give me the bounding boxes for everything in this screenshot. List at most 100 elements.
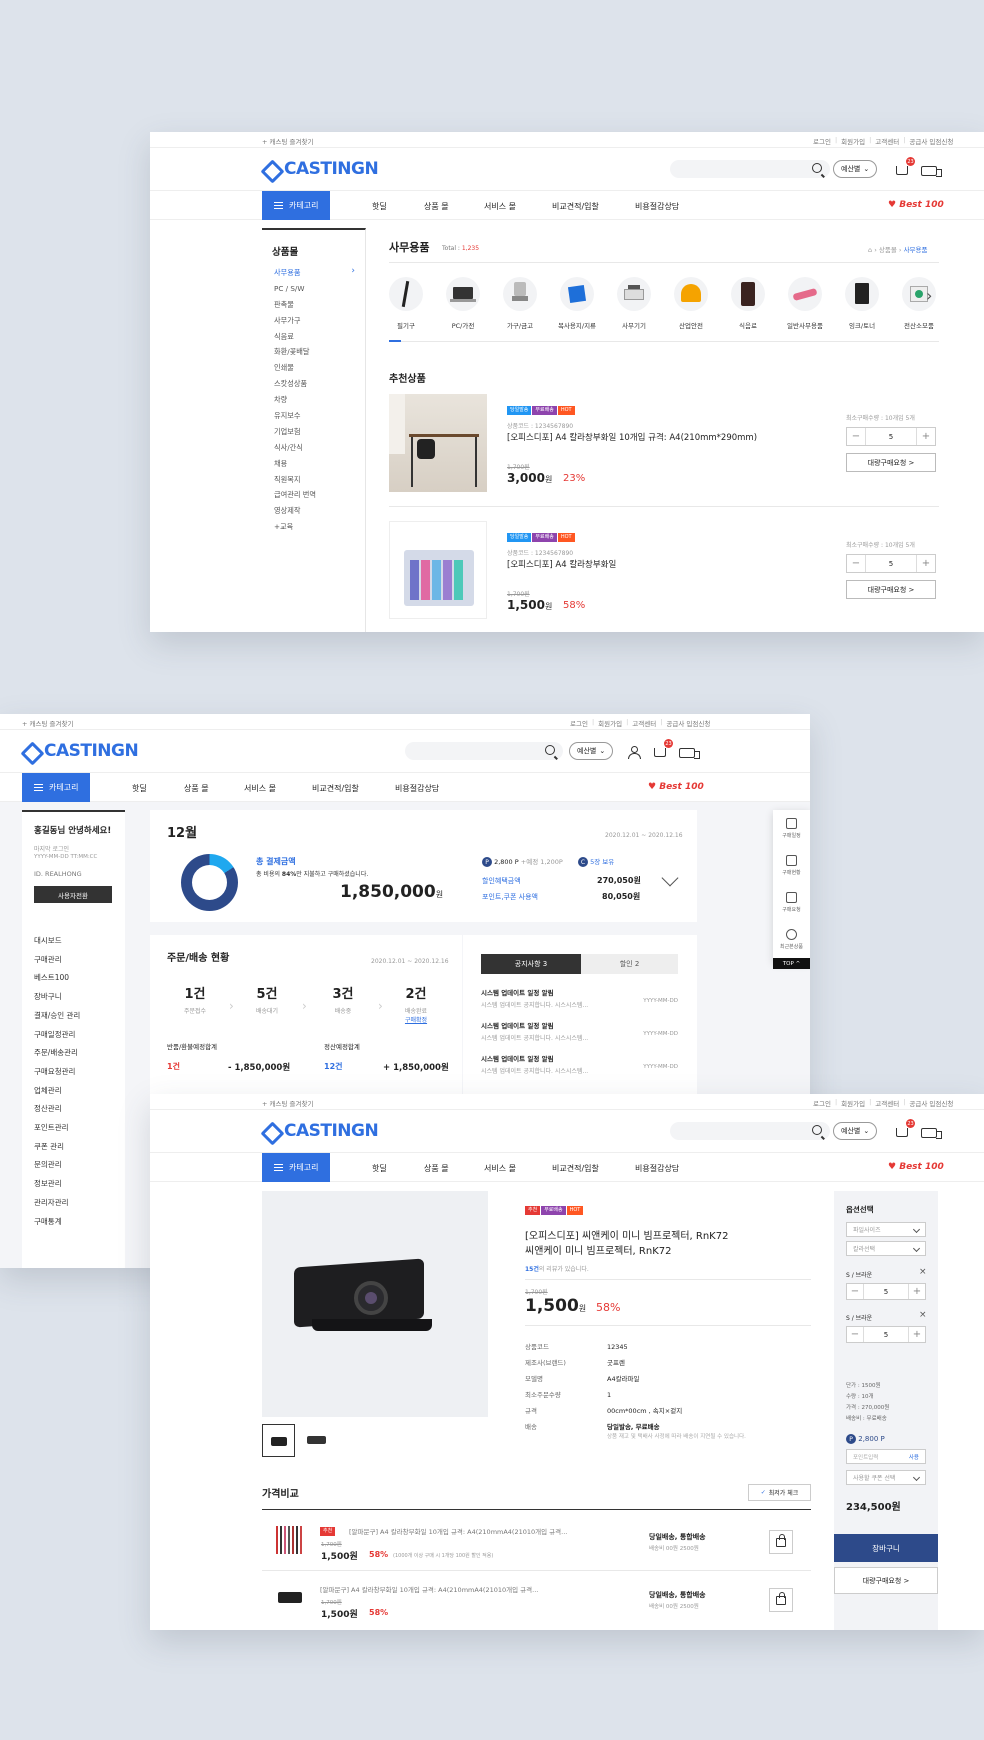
search-input[interactable] [670,1122,830,1140]
compare-product-name[interactable]: [알파문구] A4 칼라창부화일 10개입 규격: A4(210mmA4(210… [320,1584,538,1594]
delivery-truck-icon[interactable] [921,166,942,177]
menu-item[interactable]: 업체관리 [34,1082,80,1101]
remove-option-icon[interactable]: × [919,1267,927,1277]
sidebar-item[interactable]: 기업보험 [274,427,365,443]
favorite-link[interactable]: + 캐스팅 즐겨찾기 [262,136,313,146]
cat-writing-icon[interactable] [389,277,423,311]
size-select[interactable]: 파일사이즈 [846,1222,926,1237]
sidebar-item[interactable]: 차량 [274,395,365,411]
sidebar-item[interactable]: 인쇄물 [274,363,365,379]
menu-item[interactable]: 베스트100 [34,969,80,988]
minus-icon[interactable]: − [847,1327,864,1342]
nav-product-mall[interactable]: 상품 몰 [424,201,484,212]
product-image-desk[interactable] [389,394,487,492]
menu-item[interactable]: 관리자관리 [34,1194,80,1213]
category-next-arrow-icon[interactable]: › [926,286,932,305]
product-name[interactable]: [오피스디포] A4 칼라창부화일 [507,558,616,570]
cart-icon[interactable]: 23 [654,739,673,757]
delivery-truck-icon[interactable] [921,1128,942,1139]
stage-ordered[interactable]: 1건 주문접수 [170,983,220,1015]
nav-hotdeal[interactable]: 핫딜 [132,783,184,794]
sidebar-item[interactable]: +교육 [274,522,365,538]
notice-item[interactable]: 시스템 업데이트 일정 알림 시스템 업데이트 공지합니다. 시스시스템... YY… [481,987,678,1009]
sidebar-item[interactable]: 직원복지 [274,475,365,491]
cat-helmet-icon[interactable] [674,277,708,311]
tool-recent[interactable]: 최근본상품 [773,921,810,958]
login-link[interactable]: 로그인 [570,718,588,728]
cat-stapler-icon[interactable] [788,277,822,311]
plus-icon[interactable]: + [916,555,935,572]
menu-item[interactable]: 구매요청관리 [34,1063,80,1082]
confirm-purchase-link[interactable]: 구매확정 [391,1015,441,1024]
bulk-order-button[interactable]: 대량구매요청 > [846,453,936,472]
notice-item[interactable]: 시스템 업데이트 일정 알림 시스템 업데이트 공지합니다. 시스시스템... YY… [481,1020,678,1042]
switch-user-button[interactable]: 사용자전환 [34,886,112,903]
cat-toner-icon[interactable] [845,277,879,311]
signup-link[interactable]: 회원가입 [598,718,622,728]
delivery-truck-icon[interactable] [679,748,700,759]
supplier-link[interactable]: 공급사 입점신청 [909,1098,953,1108]
nav-cost-consult[interactable]: 비용절감상담 [635,201,679,212]
best100-link[interactable]: ♥ Best 100 [648,782,704,792]
signup-link[interactable]: 회원가입 [841,136,865,146]
favorite-link[interactable]: + 캐스팅 즐겨찾기 [262,1098,313,1108]
search-icon[interactable] [812,1125,822,1135]
menu-item[interactable]: 장바구니 [34,988,80,1007]
search-input[interactable] [405,742,563,760]
product-image-highlighters[interactable] [389,521,487,619]
compare-cart-button[interactable] [769,1588,793,1612]
plus-icon[interactable]: + [916,428,935,445]
sidebar-item[interactable]: 유지보수 [274,411,365,427]
nav-cost-consult[interactable]: 비용절감상담 [395,783,439,794]
menu-item[interactable]: 문의관리 [34,1156,80,1175]
cart-icon[interactable]: 23 [896,1119,915,1137]
nav-cost-consult[interactable]: 비용절감상담 [635,1163,679,1174]
search-input[interactable] [670,160,830,178]
cat-paper-icon[interactable] [560,277,594,311]
minus-icon[interactable]: − [847,1284,864,1299]
stage-delivered[interactable]: 2건 배송완료 구매확정 [391,983,441,1024]
sidebar-item[interactable]: 채용 [274,459,365,475]
menu-item[interactable]: 정보관리 [34,1175,80,1194]
sidebar-item[interactable]: 식사/간식 [274,443,365,459]
menu-item[interactable]: 구매관리 [34,951,80,970]
bulk-order-button[interactable]: 대량구매요청 > [834,1567,938,1594]
minus-icon[interactable]: − [847,428,866,445]
menu-item[interactable]: 구매일정관리 [34,1026,80,1045]
nav-hotdeal[interactable]: 핫딜 [372,201,424,212]
review-summary[interactable]: 15건의 리뷰가 있습니다. [525,1264,589,1273]
tab-notice[interactable]: 공지사항 3 [481,954,581,974]
quantity-stepper[interactable]: −5 + [846,1326,926,1343]
remove-option-icon[interactable]: × [919,1310,927,1320]
cat-printer-icon[interactable] [617,277,651,311]
compare-image-pens[interactable] [276,1526,306,1554]
sidebar-item[interactable]: 판촉물 [274,300,365,316]
supplier-link[interactable]: 공급사 입점신청 [666,718,710,728]
compare-product-name[interactable]: [알파문구] A4 칼라창부화일 10개입 규격: A4(210mmA4(210… [349,1526,567,1536]
quantity-stepper[interactable]: −5 + [846,554,936,573]
logo[interactable]: CASTINGN [262,1121,379,1141]
cat-food-icon[interactable] [731,277,765,311]
use-points-button[interactable]: 사용 [909,1453,919,1461]
product-name[interactable]: [오피스디포] A4 칼라창부화일 10개입 규격: A4(210mm*290m… [507,431,757,443]
expand-chevron-icon[interactable] [661,869,679,887]
bulk-order-button[interactable]: 대량구매요청 > [846,580,936,599]
tool-status[interactable]: 구매현황 [773,847,810,884]
menu-item[interactable]: 포인트관리 [34,1119,80,1138]
support-link[interactable]: 고객센터 [632,718,656,728]
product-main-image[interactable] [262,1191,488,1417]
tool-request[interactable]: 구매요청 [773,884,810,921]
lowest-price-check-button[interactable]: ✓ 최저가 체크 [748,1484,811,1501]
menu-item[interactable]: 결재/승인 관리 [34,1007,80,1026]
category-button[interactable]: 카테고리 [22,773,91,802]
point-input[interactable]: 포인트입력 사용 [846,1449,926,1464]
tab-event[interactable]: 할인 2 [581,954,678,974]
nav-hotdeal[interactable]: 핫딜 [372,1163,424,1174]
search-icon[interactable] [812,163,822,173]
nav-product-mall[interactable]: 상품 몰 [424,1163,484,1174]
add-to-cart-button[interactable]: 장바구니 [834,1534,938,1562]
tool-schedule[interactable]: 구매일정 [773,810,810,847]
cat-chair-icon[interactable] [503,277,537,311]
signup-link[interactable]: 회원가입 [841,1098,865,1108]
sidebar-item[interactable]: 급여관리 번역 [274,490,365,506]
